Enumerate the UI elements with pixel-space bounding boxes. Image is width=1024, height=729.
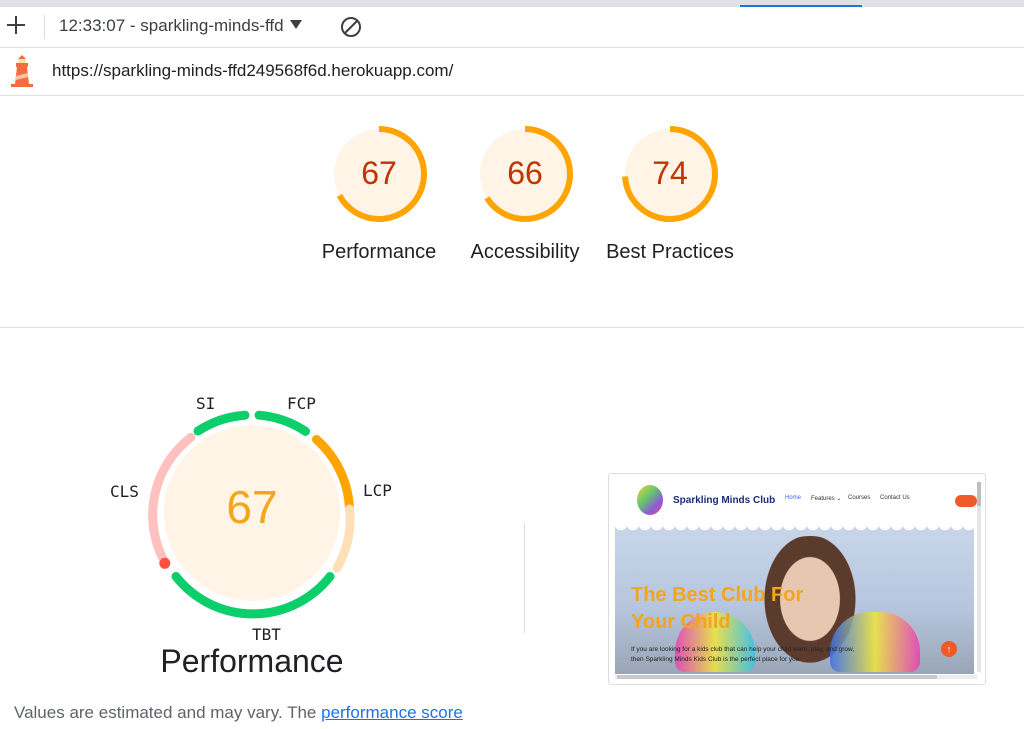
back-to-top-icon: ↑ (941, 641, 957, 657)
hero-heading: The Best Club For Your Child (631, 584, 804, 633)
nav-courses: Courses (848, 495, 871, 501)
gauge-accessibility[interactable]: 66 (475, 124, 575, 224)
vertical-scrollbar (977, 482, 981, 672)
nav-home: Home (785, 495, 802, 501)
club-logo (637, 485, 663, 515)
scrollbar-thumb (617, 675, 937, 679)
hero-paragraph: If you are looking for a kids club that … (631, 646, 855, 663)
horizontal-scrollbar (615, 675, 977, 679)
report-selector-label: 12:33:07 - sparkling-minds-ffd (59, 16, 284, 35)
performance-score: 67 (226, 481, 278, 533)
block-icon[interactable] (340, 16, 362, 38)
gauge-score: 67 (361, 155, 397, 191)
page-url[interactable]: https://sparkling-minds-ffd249568f6d.her… (52, 61, 453, 81)
performance-title: Performance (160, 643, 344, 679)
metric-label-lcp[interactable]: LCP (363, 481, 392, 500)
nav-contact: Contact Us (880, 495, 910, 501)
gauge-score: 74 (652, 155, 688, 191)
url-bar: https://sparkling-minds-ffd249568f6d.her… (0, 48, 1024, 96)
section-divider (0, 327, 1024, 328)
metric-label-si[interactable]: SI (196, 394, 215, 413)
hero-banner: The Best Club For Your Child If you are … (615, 524, 974, 674)
footer-note: Values are estimated and may vary. The p… (14, 703, 463, 723)
gauge-best-practices[interactable]: 74 (620, 124, 720, 224)
metric-label-cls[interactable]: CLS (110, 482, 139, 501)
scallop-border (615, 524, 974, 532)
gauge-performance[interactable]: 67 (329, 124, 429, 224)
gauge-label-accessibility: Accessibility (470, 241, 580, 263)
lighthouse-icon (11, 55, 33, 87)
gauge-label-best-practices: Best Practices (606, 241, 734, 263)
performance-score-link[interactable]: performance score (321, 703, 463, 722)
plus-icon[interactable] (4, 13, 28, 37)
vertical-divider (524, 523, 525, 633)
theme-toggle (955, 495, 977, 507)
toolbar-separator (44, 15, 45, 39)
site-header: Sparkling Minds Club Home Features ⌄ Cou… (615, 480, 977, 524)
footer-text: Values are estimated and may vary. The (14, 703, 322, 722)
report-toolbar: 12:33:07 - sparkling-minds-ffd (0, 7, 1024, 48)
final-screenshot[interactable]: Sparkling Minds Club Home Features ⌄ Cou… (608, 473, 986, 685)
nav-features: Features ⌄ (811, 496, 842, 502)
scrollbar-thumb (977, 482, 981, 506)
site-brand: Sparkling Minds Club (673, 495, 776, 506)
caret-down-icon (289, 20, 302, 29)
metric-label-tbt[interactable]: TBT (252, 625, 281, 644)
report-selector[interactable]: 12:33:07 - sparkling-minds-ffd (59, 16, 302, 36)
metric-label-fcp[interactable]: FCP (287, 394, 316, 413)
gauge-score: 66 (507, 155, 543, 191)
gauge-label-performance: Performance (321, 241, 437, 263)
tab-strip (0, 0, 1024, 7)
